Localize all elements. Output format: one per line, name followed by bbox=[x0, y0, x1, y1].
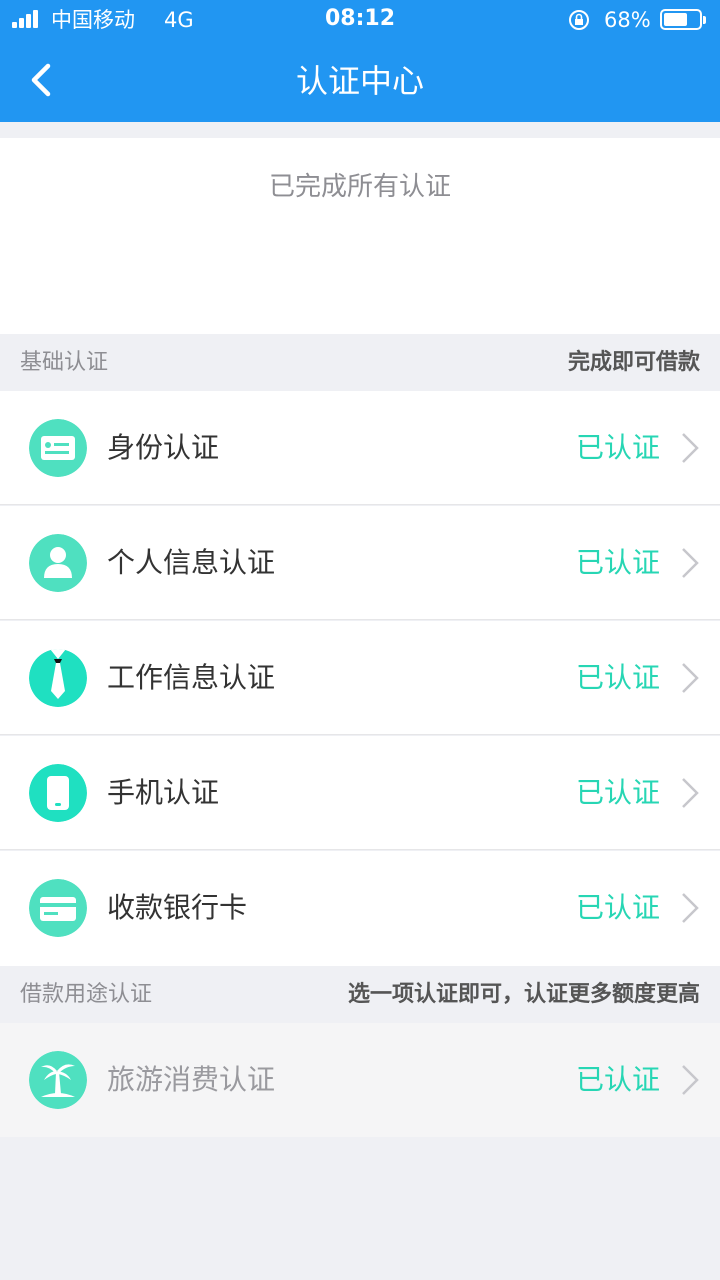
battery-icon bbox=[660, 9, 706, 30]
id-card-icon bbox=[29, 419, 87, 477]
auth-item-personal-info[interactable]: 个人信息认证 已认证 bbox=[0, 506, 720, 620]
palm-tree-icon bbox=[29, 1051, 87, 1109]
section-note: 选一项认证即可，认证更多额度更高 bbox=[347, 982, 700, 1007]
auth-item-work-info[interactable]: 工作信息认证 已认证 bbox=[0, 621, 720, 735]
auth-item-label: 个人信息认证 bbox=[107, 546, 276, 579]
chevron-right-icon bbox=[682, 893, 699, 923]
chevron-right-icon bbox=[682, 548, 699, 578]
section-header-basic: 基础认证 完成即可借款 bbox=[0, 334, 720, 391]
chevron-right-icon bbox=[682, 433, 699, 463]
auth-item-status: 已认证 bbox=[575, 1063, 660, 1096]
battery-percent: 68% bbox=[604, 8, 651, 32]
top-bar: 中国移动 4G 08:12 68% 认证中心 bbox=[0, 0, 720, 122]
chevron-right-icon bbox=[682, 778, 699, 808]
bank-card-icon bbox=[29, 879, 87, 937]
screen: 中国移动 4G 08:12 68% 认证中心 已完成所有认证 1000 基础认 bbox=[0, 0, 720, 1280]
auth-item-status: 已认证 bbox=[575, 546, 660, 579]
auth-item-status: 已认证 bbox=[575, 431, 660, 464]
auth-item-label: 手机认证 bbox=[107, 776, 220, 809]
auth-item-label: 收款银行卡 bbox=[107, 891, 248, 924]
auth-item-identity[interactable]: 身份认证 已认证 bbox=[0, 391, 720, 505]
section-header-purpose: 借款用途认证 选一项认证即可，认证更多额度更高 bbox=[0, 966, 720, 1023]
chevron-right-icon bbox=[682, 1065, 699, 1095]
summary-card: 已完成所有认证 1000 bbox=[0, 138, 720, 419]
necktie-icon bbox=[29, 649, 87, 707]
section-note: 完成即可借款 bbox=[567, 350, 700, 375]
status-bar: 中国移动 4G 08:12 68% bbox=[0, 0, 720, 40]
nav-bar: 认证中心 bbox=[0, 40, 720, 122]
phone-icon bbox=[29, 764, 87, 822]
auth-item-bank-card[interactable]: 收款银行卡 已认证 bbox=[0, 851, 720, 966]
battery-fill bbox=[664, 13, 687, 26]
section-title: 基础认证 bbox=[20, 350, 109, 375]
auth-item-status: 已认证 bbox=[575, 891, 660, 924]
auth-item-label: 工作信息认证 bbox=[107, 661, 276, 694]
auth-item-travel[interactable]: 旅游消费认证 已认证 bbox=[0, 1023, 720, 1137]
auth-item-label: 身份认证 bbox=[107, 431, 220, 464]
rotation-lock-icon bbox=[569, 10, 589, 30]
auth-item-status: 已认证 bbox=[575, 661, 660, 694]
summary-caption: 已完成所有认证 bbox=[268, 172, 451, 202]
section-title: 借款用途认证 bbox=[20, 982, 153, 1007]
auth-item-label: 旅游消费认证 bbox=[107, 1063, 276, 1096]
auth-item-phone[interactable]: 手机认证 已认证 bbox=[0, 736, 720, 850]
page-title: 认证中心 bbox=[295, 62, 424, 100]
auth-item-status: 已认证 bbox=[575, 776, 660, 809]
person-icon bbox=[29, 534, 87, 592]
chevron-right-icon bbox=[682, 663, 699, 693]
